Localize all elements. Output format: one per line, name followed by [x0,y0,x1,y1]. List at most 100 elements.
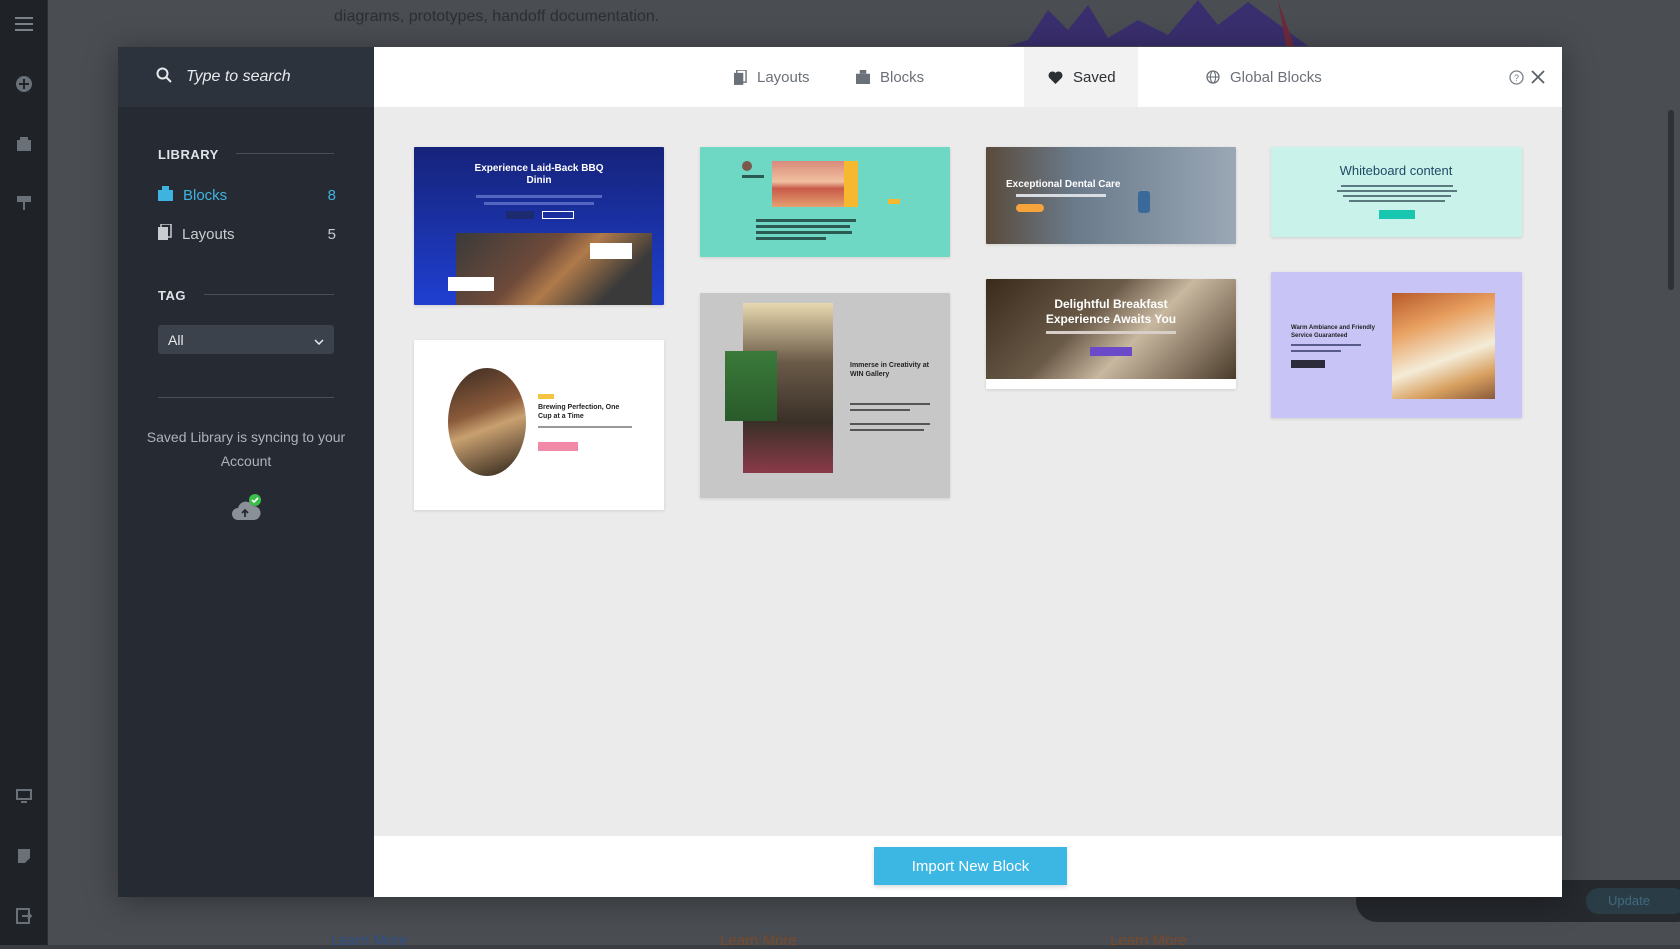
card-title: Exceptional Dental Care [1006,179,1121,190]
background-learn-more-link: Learn More [720,932,797,949]
desktop-icon[interactable] [14,786,34,806]
card-text-line [1016,194,1106,197]
block-icon [856,70,870,84]
library-item-count: 8 [327,186,336,204]
layouts-icon [158,223,172,244]
background-update-button: Update [1586,888,1680,914]
card-text-line [1349,200,1445,202]
card-button-graphic [1291,360,1325,368]
library-item-label: Blocks [183,186,228,204]
card-button-graphic [1016,204,1044,212]
search-bar [118,47,374,107]
tab-layouts[interactable]: Layouts [710,47,834,107]
saved-block-card[interactable] [700,147,950,257]
card-text-line [1291,350,1341,352]
tab-label: Saved [1073,68,1116,86]
divider [204,294,334,295]
library-item-label: Layouts [182,225,235,243]
library-heading: LIBRARY [158,147,219,162]
card-text-line [1046,331,1176,334]
import-new-block-button[interactable]: Import New Block [874,847,1067,885]
tag-heading: TAG [158,288,186,303]
tab-label: Global Blocks [1230,68,1322,86]
card-text-line [756,231,852,234]
divider [236,153,334,154]
library-footer: Import New Block [374,836,1562,897]
close-icon[interactable] [1529,68,1547,86]
card-text-line [484,202,594,205]
library-tabs-header: Layouts Blocks Saved Global Blocks ? [374,47,1562,107]
cloud-sync-icon [232,494,262,522]
card-button-graphic [538,442,578,451]
search-input[interactable] [184,67,354,87]
card-text-line [476,195,602,198]
background-text: diagrams, prototypes, handoff documentat… [334,8,660,25]
card-text-line [756,237,826,240]
card-text-line [538,426,632,428]
sync-status-text: Saved Library is syncing to your Account [146,429,346,469]
tab-label: Blocks [880,68,925,86]
card-text-line [742,175,764,178]
layouts-icon [734,69,747,85]
library-sidebar: LIBRARY Blocks 8 Layouts 5 TAG All Saved… [118,47,374,897]
card-avatar-graphic [742,161,752,171]
notes-icon[interactable] [14,846,34,866]
card-image [772,161,844,207]
tab-blocks[interactable]: Blocks [832,47,948,107]
card-text-line [850,403,930,405]
globe-icon [1206,70,1220,84]
card-text-line [850,429,924,431]
background-learn-more-link: Learn More [331,932,408,949]
card-tag-graphic [538,394,554,399]
tag-select-value: All [168,331,184,348]
heart-icon [1048,70,1063,84]
library-item-layouts[interactable]: Layouts 5 [158,222,336,246]
help-icon[interactable]: ? [1507,68,1525,86]
card-title: Delightful Breakfast Experience Awaits Y… [1045,297,1177,326]
add-icon[interactable] [14,74,34,94]
page-scrollbar[interactable] [1668,110,1674,290]
card-badge-graphic [590,243,632,259]
library-item-blocks[interactable]: Blocks 8 [158,183,336,207]
chevron-down-icon [314,332,324,348]
tab-saved[interactable]: Saved [1024,47,1138,107]
card-title: Brewing Perfection, One Cup at a Time [538,404,620,420]
card-button-graphic [542,211,574,219]
paint-roller-icon[interactable] [14,193,34,213]
tab-label: Layouts [757,68,810,86]
block-icon[interactable] [14,134,34,154]
card-text-line [1341,185,1453,187]
background-chart-graphic [1008,0,1308,46]
card-button-graphic [506,211,534,219]
card-image-detail [1138,191,1150,213]
card-accent-graphic [888,199,900,204]
background-learn-more-link: Learn More [1110,932,1187,949]
card-text-line [756,225,850,228]
card-text-line [850,423,930,425]
exit-icon[interactable] [14,906,34,926]
library-item-count: 5 [327,225,336,243]
library-modal: LIBRARY Blocks 8 Layouts 5 TAG All Saved… [118,47,1562,897]
block-icon [158,185,173,205]
card-button-graphic [1090,347,1132,356]
saved-block-card[interactable]: Delightful Breakfast Experience Awaits Y… [986,279,1236,389]
saved-block-card[interactable]: Experience Laid-Back BBQ Dinin [414,147,664,305]
tag-select[interactable]: All [158,325,334,354]
hamburger-menu-icon[interactable] [14,14,34,34]
card-image [448,368,526,476]
search-icon [156,67,172,88]
tab-global-blocks[interactable]: Global Blocks [1182,47,1346,107]
saved-block-card[interactable]: Whiteboard content [1271,147,1522,237]
svg-text:?: ? [1513,73,1518,83]
card-image [1392,293,1495,399]
card-image [725,351,777,421]
saved-block-card[interactable]: Immerse in Creativity at WIN Gallery [700,293,950,498]
card-text-line [1343,195,1451,197]
divider [158,397,334,398]
app-rail [0,0,48,945]
card-button-graphic [1379,210,1415,219]
card-title: Whiteboard content [1339,163,1453,178]
saved-block-card[interactable]: Warm Ambiance and Friendly Service Guara… [1271,272,1522,418]
saved-block-card[interactable]: Brewing Perfection, One Cup at a Time [414,340,664,510]
saved-block-card[interactable]: Exceptional Dental Care [986,147,1236,244]
